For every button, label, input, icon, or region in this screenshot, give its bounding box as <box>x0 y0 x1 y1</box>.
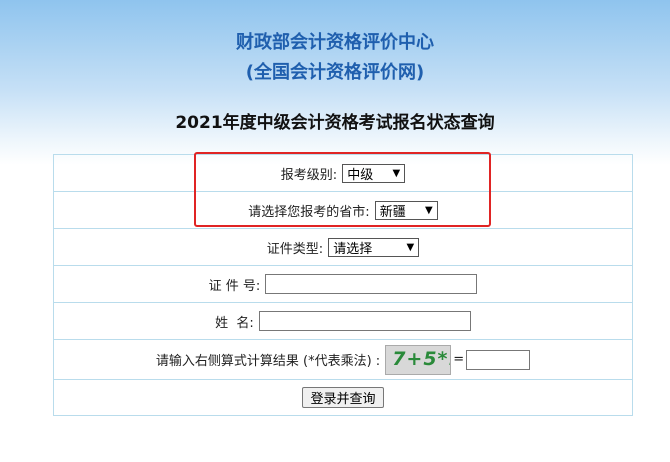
id-type-select[interactable]: 请选择 ▼ <box>328 237 420 257</box>
captcha-answer-input[interactable] <box>466 349 531 370</box>
id-number-row: 证 件 号: <box>54 266 632 303</box>
highlight-box <box>194 152 491 227</box>
chevron-down-icon: ▼ <box>406 241 415 253</box>
id-type-select-value: 请选择 <box>333 241 373 257</box>
submit-row: 登录并查询 <box>54 380 632 415</box>
captcha-text: 7+5*1 <box>392 347 450 370</box>
id-number-label: 证 件 号: <box>208 278 261 294</box>
org-name: 财政部会计资格评价中心 <box>236 32 434 53</box>
name-label: 姓 名: <box>215 315 254 331</box>
id-type-label: 证件类型: <box>266 241 324 257</box>
name-row: 姓 名: <box>54 303 632 340</box>
id-type-row: 证件类型: 请选择 ▼ <box>54 229 632 266</box>
captcha-label: 请输入右侧算式计算结果 (*代表乘法) : <box>155 354 381 369</box>
captcha-row: 请输入右侧算式计算结果 (*代表乘法) : 7+5*1 = <box>54 340 632 380</box>
org-site: (全国会计资格评价网) <box>245 62 425 83</box>
name-input[interactable] <box>258 311 471 331</box>
equals-sign: = <box>453 352 465 367</box>
captcha-image[interactable]: 7+5*1 <box>385 344 452 375</box>
id-number-input[interactable] <box>265 274 478 294</box>
page-title: 2021年度中级会计资格考试报名状态查询 <box>175 113 495 133</box>
submit-button[interactable]: 登录并查询 <box>302 387 384 408</box>
